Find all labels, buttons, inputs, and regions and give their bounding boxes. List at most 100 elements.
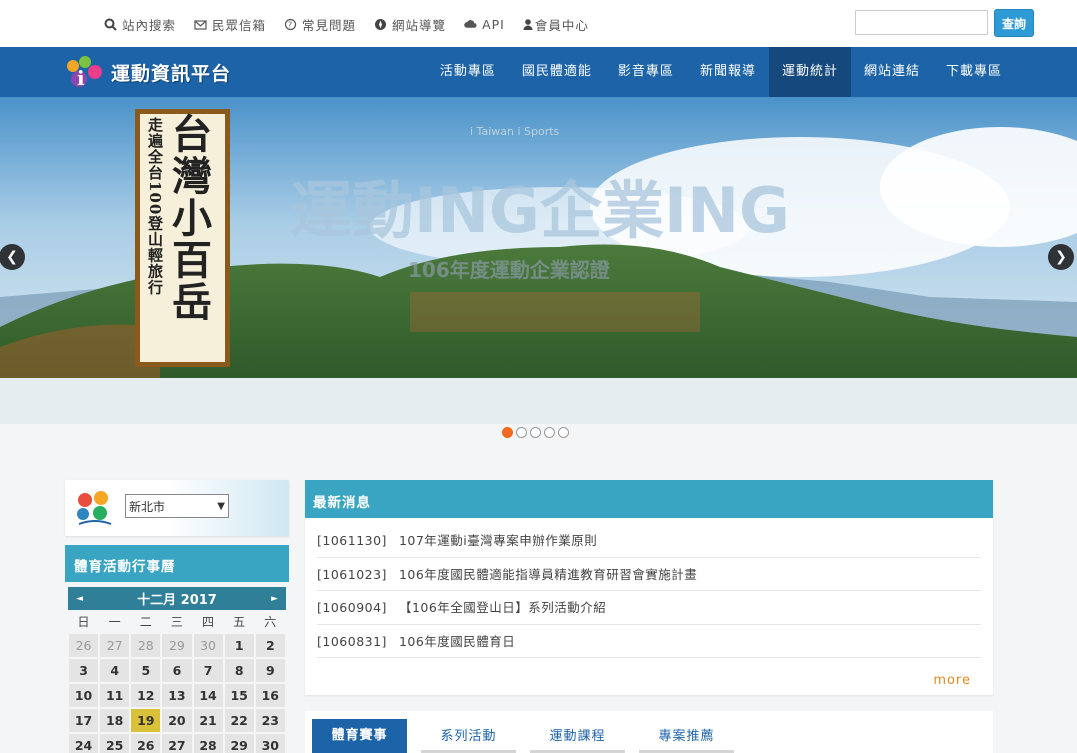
calendar-day[interactable]: 28 (130, 633, 162, 658)
calendar-day[interactable]: 12 (130, 683, 162, 708)
calendar-day[interactable]: 18 (99, 708, 131, 733)
calendar-day[interactable]: 26 (130, 733, 162, 753)
calendar-day[interactable]: 29 (161, 633, 193, 658)
calendar-day[interactable]: 30 (192, 633, 224, 658)
toplink-mailbox[interactable]: 民眾信箱 (194, 15, 266, 34)
calendar-day[interactable]: 26 (68, 633, 100, 658)
calendar-day[interactable]: 21 (192, 708, 224, 733)
calendar-day[interactable]: 27 (161, 733, 193, 753)
toplink-api[interactable]: API (464, 15, 505, 34)
toplink-faq[interactable]: ? 常見問題 (284, 15, 356, 34)
tab-item[interactable]: 系列活動 (421, 719, 516, 753)
banner-headline-left: 運動ING (290, 174, 540, 247)
news-item[interactable]: [1061023] 106年度國民體適能指導員精進教育研習會實施計畫 (317, 558, 981, 591)
site-logo[interactable]: i 運動資訊平台 (63, 50, 238, 94)
calendar-day[interactable]: 1 (223, 633, 255, 658)
news-item[interactable]: [1061130] 107年運動i臺灣專案申辦作業原則 (317, 524, 981, 558)
calendar-day[interactable]: 2 (254, 633, 286, 658)
calendar-day[interactable]: 5 (130, 658, 162, 683)
top-links: 站內搜索 民眾信箱 ? 常見問題 網站導覽 API 會員中心 (104, 15, 607, 34)
calendar-weekday: 三 (170, 615, 183, 629)
logo-mark-icon: i (67, 56, 102, 90)
carousel-dot[interactable] (558, 427, 569, 438)
news-headline: 【106年全國登山日】系列活動介紹 (398, 600, 607, 615)
news-item[interactable]: [1060904] 【106年全國登山日】系列活動介紹 (317, 591, 981, 625)
compass-icon (374, 18, 387, 31)
calendar-day-today[interactable]: 19 (130, 708, 162, 733)
calendar-day[interactable]: 13 (161, 683, 193, 708)
nav-item[interactable]: 國民體適能 (509, 47, 605, 97)
news-date: [1060904] (317, 600, 387, 615)
news-date: [1061023] (317, 566, 387, 582)
calendar-day[interactable]: 27 (99, 633, 131, 658)
logo-text: 運動資訊平台 (111, 62, 232, 85)
next-month-icon[interactable]: ► (271, 594, 278, 604)
calendar-day[interactable]: 6 (161, 658, 193, 683)
carousel-dot[interactable] (530, 427, 541, 438)
calendar-day[interactable]: 25 (99, 733, 131, 753)
carousel-next-button[interactable]: ❯ (1048, 244, 1074, 270)
nav-item[interactable]: 網站連結 (851, 47, 933, 97)
calendar-day[interactable]: 16 (254, 683, 286, 708)
city-selector-box: 新北市 ▼ (65, 480, 289, 536)
carousel-dot[interactable] (516, 427, 527, 438)
calendar-day[interactable]: 4 (99, 658, 131, 683)
calendar-weekday: 二 (139, 615, 152, 629)
calendar-month-label: 十二月 2017 (137, 593, 217, 608)
calendar-day[interactable]: 11 (99, 683, 131, 708)
nav-item[interactable]: 下載專區 (933, 47, 1015, 97)
news-item[interactable]: [1060831] 106年度國民體育日 (317, 625, 981, 658)
city-select[interactable]: 新北市 ▼ (125, 494, 229, 518)
nav-item[interactable]: 影音專區 (605, 47, 687, 97)
search-button[interactable]: 查詢 (994, 9, 1034, 37)
calendar-day[interactable]: 10 (68, 683, 100, 708)
calendar-day[interactable]: 30 (254, 733, 286, 753)
carousel-dot[interactable] (502, 427, 513, 438)
tab-item[interactable]: 運動課程 (530, 719, 625, 753)
calendar-day[interactable]: 3 (68, 658, 100, 683)
calendar-day[interactable]: 28 (192, 733, 224, 753)
tab-item[interactable]: 專案推薦 (639, 719, 734, 753)
nav-item[interactable]: 運動統計 (768, 47, 851, 97)
sports-logo-icon (77, 491, 112, 525)
nav-item[interactable]: 活動專區 (427, 47, 509, 97)
news-headline: 107年運動i臺灣專案申辦作業原則 (398, 533, 598, 548)
calendar-day[interactable]: 9 (254, 658, 286, 683)
calendar-day[interactable]: 29 (223, 733, 255, 753)
calendar-day[interactable]: 22 (223, 708, 255, 733)
news-more-link[interactable]: more (933, 673, 971, 688)
calendar-weekday: 一 (108, 615, 121, 629)
calendar-day[interactable]: 23 (254, 708, 286, 733)
carousel-indicators (502, 427, 569, 438)
svg-text:?: ? (288, 21, 293, 30)
tab-item[interactable]: 體育賽事 (312, 719, 407, 753)
user-icon (523, 18, 533, 31)
carousel-dot[interactable] (544, 427, 555, 438)
calendar-day[interactable]: 14 (192, 683, 224, 708)
toplink-label: 會員中心 (534, 18, 589, 33)
toplink-member-center[interactable]: 會員中心 (523, 15, 589, 34)
calendar-day[interactable]: 20 (161, 708, 193, 733)
prev-month-icon[interactable]: ◄ (76, 594, 83, 604)
toplink-site-search[interactable]: 站內搜索 (104, 15, 176, 34)
toplink-sitemap[interactable]: 網站導覽 (374, 15, 446, 34)
calendar-day[interactable]: 24 (68, 733, 100, 753)
banner-headline-right: 企業ING (540, 174, 790, 247)
city-select-value: 新北市 (129, 499, 166, 514)
main-navbar: i 運動資訊平台 活動專區 國民體適能 影音專區 新聞報導 運動統計 網站連結 下載專區 (0, 47, 1077, 97)
search-input[interactable] (855, 10, 988, 35)
chevron-left-icon: ❮ (6, 249, 18, 265)
banner-tagline: 106年度運動企業認證 (408, 258, 611, 282)
calendar-day[interactable]: 15 (223, 683, 255, 708)
question-icon: ? (284, 18, 297, 31)
carousel-prev-button[interactable]: ❮ (0, 244, 25, 270)
calendar-day[interactable]: 17 (68, 708, 100, 733)
poster-title: 台灣小百岳 (165, 113, 212, 323)
calendar-day[interactable]: 8 (223, 658, 255, 683)
hero-carousel: 運動ING 企業ING 106年度運動企業認證 i Taiwan i Sport… (0, 97, 1077, 424)
caret-down-icon: ▼ (217, 500, 225, 512)
nav-item[interactable]: 新聞報導 (687, 47, 769, 97)
nav-menu: 活動專區 國民體適能 影音專區 新聞報導 運動統計 網站連結 下載專區 (427, 47, 1015, 97)
calendar-weekday: 日 (77, 615, 90, 629)
calendar-day[interactable]: 7 (192, 658, 224, 683)
